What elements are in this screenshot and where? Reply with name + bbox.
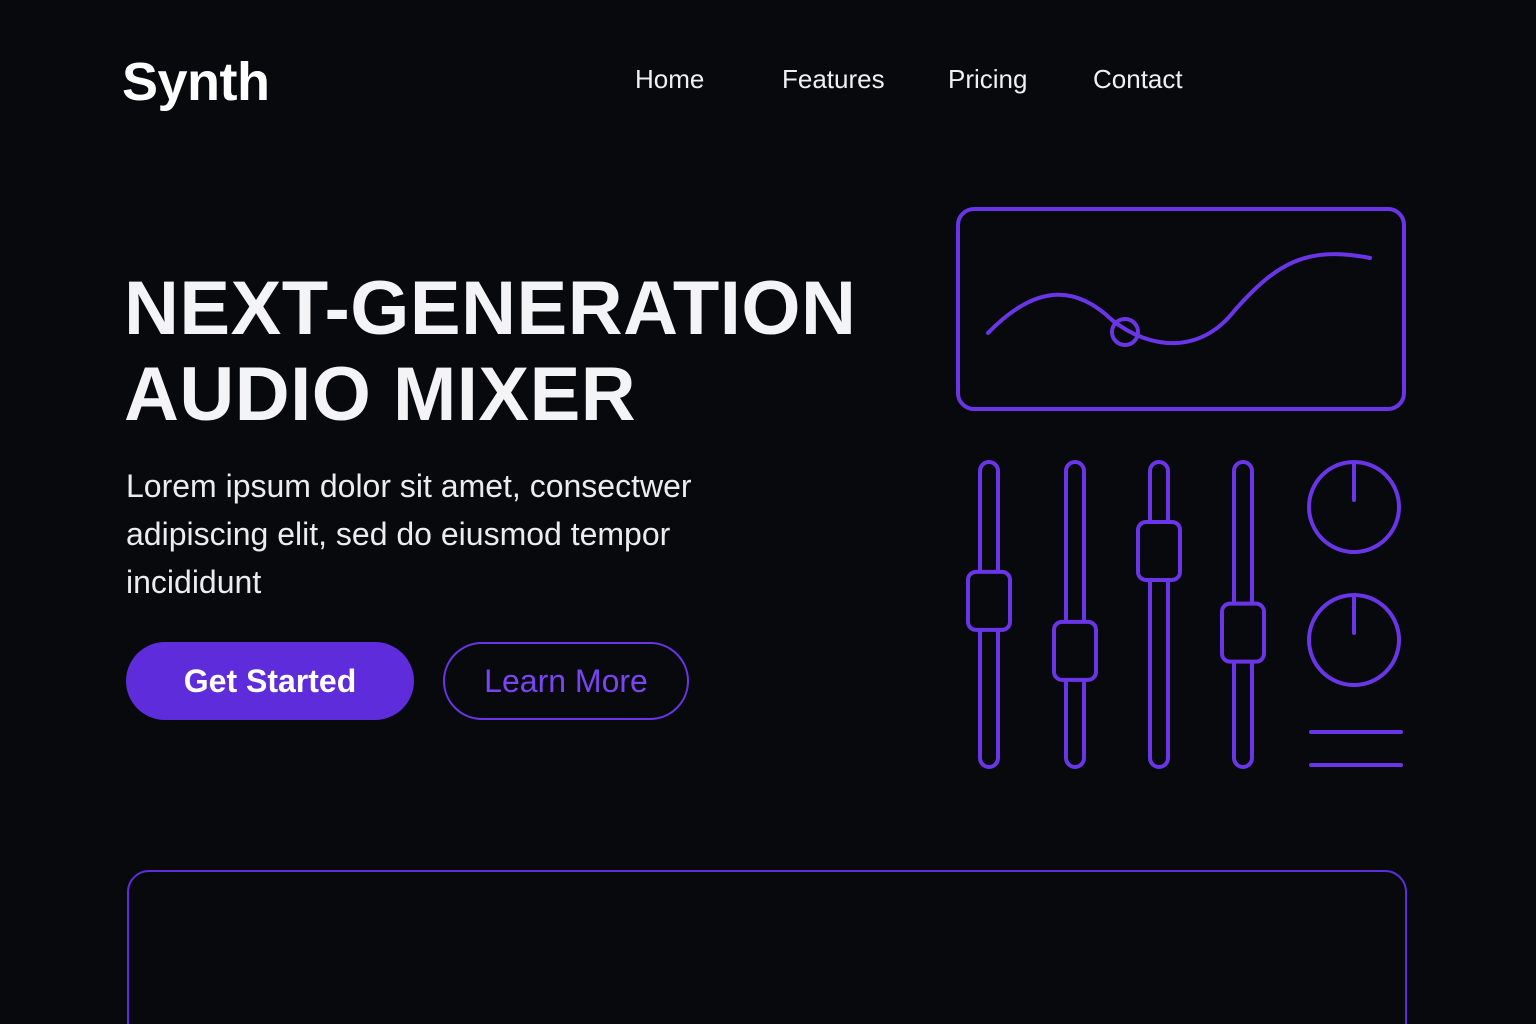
rotary-knob[interactable]: [1307, 593, 1401, 687]
fader-track: [1148, 460, 1170, 769]
nav-item-home[interactable]: Home: [635, 60, 704, 98]
landing-page: Synth Home Features Pricing Contact NEXT…: [0, 0, 1536, 1024]
brand-logo[interactable]: Synth: [122, 50, 270, 114]
fader-handle[interactable]: [1052, 619, 1098, 682]
nav-item-contact[interactable]: Contact: [1093, 60, 1183, 98]
hero-headline-line-1: NEXT-GENERATION: [124, 266, 857, 351]
rotary-knob[interactable]: [1307, 460, 1401, 554]
get-started-button[interactable]: Get Started: [126, 642, 414, 720]
learn-more-button[interactable]: Learn More: [443, 642, 689, 720]
nav-item-features[interactable]: Features: [782, 60, 885, 98]
fader-handle[interactable]: [1220, 601, 1266, 664]
fader-track: [1064, 460, 1086, 769]
fader-bank: [966, 460, 1266, 769]
waveform-display: [956, 207, 1406, 411]
hero-description: Lorem ipsum dolor sit amet, consectwer a…: [126, 468, 692, 600]
fader-handle[interactable]: [1136, 519, 1182, 582]
nav-item-pricing[interactable]: Pricing: [948, 60, 1027, 98]
hero-headline-line-2: AUDIO MIXER: [124, 352, 637, 437]
waveform-curve: [986, 252, 1372, 346]
fader-handle[interactable]: [966, 569, 1012, 632]
knob-bank: [1307, 460, 1401, 687]
waveform-control-point[interactable]: [1110, 317, 1140, 347]
hero-headline: NEXT-GENERATION AUDIO MIXER: [124, 266, 856, 438]
content-panel: [127, 870, 1407, 1024]
